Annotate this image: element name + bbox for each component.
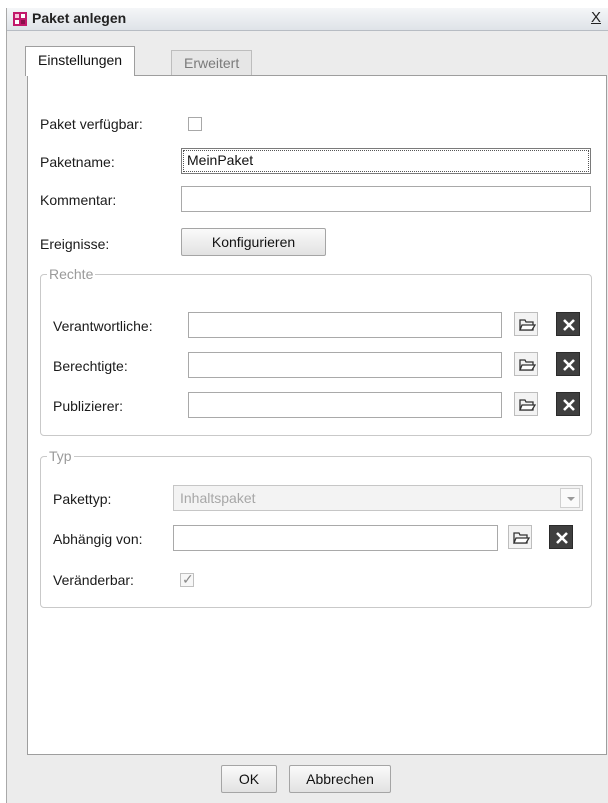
tab-erweitert[interactable]: Erweitert	[171, 50, 253, 76]
package-type-select[interactable]: Inhaltspaket	[173, 485, 583, 511]
tab-einstellungen[interactable]: Einstellungen	[25, 46, 136, 76]
publisher-input[interactable]	[188, 392, 502, 418]
depends-input[interactable]	[173, 525, 498, 551]
comment-label: Kommentar:	[40, 192, 117, 208]
depends-open-folder-icon[interactable]	[508, 525, 532, 549]
configure-button[interactable]: Konfigurieren	[181, 228, 326, 256]
settings-panel: Paket verfügbar: Paketname: MeinPaket Ko…	[27, 75, 607, 755]
name-label: Paketname:	[40, 154, 115, 170]
checkmark-icon: ✓	[182, 571, 194, 587]
available-label: Paket verfügbar:	[40, 116, 143, 132]
publisher-label: Publizierer:	[53, 398, 124, 414]
available-checkbox[interactable]	[188, 117, 202, 131]
responsible-input[interactable]	[188, 312, 502, 338]
package-app-icon	[13, 12, 27, 26]
depends-label: Abhängig von:	[53, 531, 143, 547]
package-type-label: Pakettyp:	[53, 491, 112, 507]
modifiable-label: Veränderbar:	[53, 572, 134, 588]
authorized-input[interactable]	[188, 352, 502, 378]
comment-input[interactable]	[181, 186, 591, 212]
modifiable-checkbox[interactable]: ✓	[180, 571, 194, 587]
authorized-open-folder-icon[interactable]	[514, 352, 538, 376]
responsible-open-folder-icon[interactable]	[514, 312, 538, 336]
cancel-button[interactable]: Abbrechen	[289, 765, 391, 793]
title-bar[interactable]: Paket anlegen X	[7, 8, 608, 31]
package-type-value: Inhaltspaket	[180, 490, 256, 506]
chevron-down-icon[interactable]	[560, 488, 580, 508]
events-label: Ereignisse:	[40, 236, 110, 252]
name-input[interactable]: MeinPaket	[181, 148, 591, 174]
authorized-clear-icon[interactable]	[556, 352, 580, 376]
responsible-label: Verantwortliche:	[53, 318, 153, 334]
responsible-clear-icon[interactable]	[556, 312, 580, 336]
window-title: Paket anlegen	[32, 10, 127, 26]
publisher-clear-icon[interactable]	[556, 392, 580, 416]
type-legend: Typ	[49, 448, 72, 464]
close-icon[interactable]: X	[588, 10, 604, 26]
rights-legend: Rechte	[49, 266, 94, 282]
ok-button[interactable]: OK	[221, 765, 277, 793]
publisher-open-folder-icon[interactable]	[514, 392, 538, 416]
authorized-label: Berechtigte:	[53, 358, 128, 374]
depends-clear-icon[interactable]	[549, 525, 573, 549]
dialog-window: Paket anlegen X Einstellungen Erweitert …	[6, 8, 608, 803]
